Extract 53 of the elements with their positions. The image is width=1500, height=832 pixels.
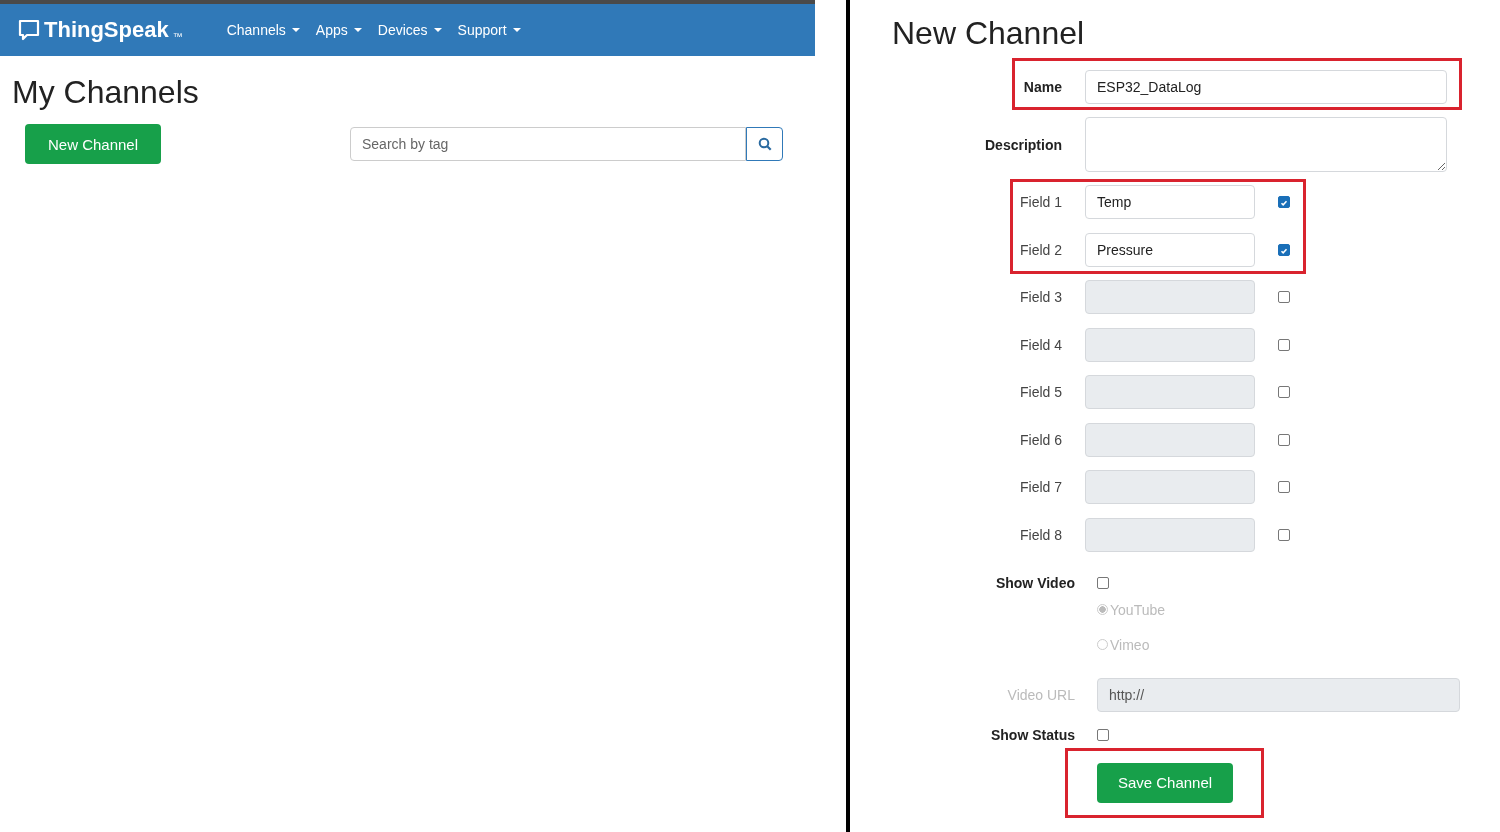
field-name-input[interactable] — [1085, 422, 1255, 457]
checkbox[interactable] — [1097, 576, 1109, 589]
field-name-input[interactable] — [1085, 327, 1255, 362]
form-title: New Channel — [892, 14, 1086, 52]
description-label: Description — [985, 136, 1062, 153]
checkbox[interactable] — [1278, 481, 1290, 493]
page-title: My Channels — [12, 74, 200, 110]
radio-label: Vimeo — [1110, 636, 1150, 653]
speech-bubble-icon — [18, 19, 40, 41]
field-label: Field 3 — [1019, 289, 1062, 305]
checkbox[interactable] — [1278, 528, 1290, 541]
caret-icon — [291, 28, 300, 32]
video-url-label: Video URL — [1007, 686, 1075, 703]
checkbox[interactable] — [1278, 196, 1290, 208]
checkbox[interactable] — [1278, 386, 1290, 398]
nav-menu-item[interactable]: Devices — [377, 22, 442, 38]
new-channel-button[interactable]: New Channel — [25, 124, 161, 164]
checkbox[interactable] — [1097, 728, 1109, 741]
field-label: Field 8 — [1019, 526, 1062, 543]
field-name-input[interactable] — [1085, 375, 1255, 409]
show-video-label: Show Video — [995, 574, 1075, 591]
field-name-input[interactable]: Pressure — [1085, 233, 1255, 267]
field-label: Field 4 — [1019, 336, 1062, 353]
nav-menu-item[interactable]: Channels — [226, 22, 300, 38]
nav-menu-item[interactable]: Apps — [315, 22, 362, 38]
search-icon — [757, 137, 772, 151]
checkbox[interactable] — [1278, 244, 1290, 256]
field-name-input[interactable] — [1085, 470, 1255, 504]
field-label: Field 5 — [1019, 384, 1062, 400]
logo-text[interactable]: ThingSpeak — [44, 17, 169, 43]
checkbox[interactable] — [1278, 433, 1290, 446]
field-label: Field 1 — [1019, 194, 1062, 210]
description-input[interactable] — [1085, 117, 1447, 172]
field-label: Field 6 — [1019, 431, 1062, 448]
field-name-input[interactable]: Temp — [1085, 185, 1255, 219]
caret-icon — [512, 28, 521, 32]
show-status-label: Show Status — [991, 726, 1075, 743]
nav-menu-item[interactable]: Support — [457, 22, 521, 38]
search-field[interactable]: Search by tag — [350, 127, 746, 161]
caret-icon — [353, 28, 362, 32]
field-name-input[interactable] — [1085, 280, 1255, 314]
field-label: Field 7 — [1019, 479, 1062, 495]
name-label: Name — [1023, 79, 1062, 95]
field-label: Field 2 — [1019, 242, 1062, 258]
save-channel-button[interactable]: Save Channel — [1097, 762, 1233, 803]
checkbox[interactable] — [1278, 338, 1290, 351]
checkbox[interactable] — [1278, 291, 1290, 303]
trademark-sign: ™ — [172, 31, 183, 42]
field-name-input[interactable] — [1085, 517, 1255, 552]
radio-label: YouTube — [1110, 601, 1165, 618]
search-button[interactable] — [746, 127, 783, 161]
name-input[interactable]: ESP32_DataLog — [1085, 70, 1447, 104]
caret-icon — [433, 28, 442, 32]
